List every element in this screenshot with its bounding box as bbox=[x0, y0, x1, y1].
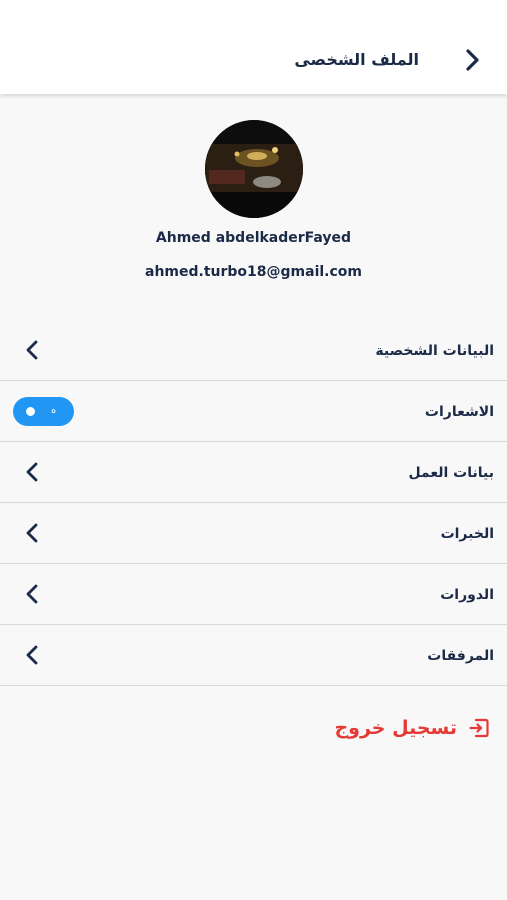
menu-item-experience[interactable]: الخبرات bbox=[0, 503, 507, 564]
menu-item-label: الاشعارات bbox=[424, 404, 494, 420]
menu-item-personal-data[interactable]: البيانات الشخصية bbox=[0, 320, 507, 381]
toggle-knob bbox=[26, 407, 35, 416]
menu-item-attachments[interactable]: المرفقات bbox=[0, 625, 507, 686]
menu-item-label: بيانات العمل bbox=[408, 465, 494, 481]
menu-item-label: البيانات الشخصية bbox=[375, 343, 494, 359]
user-email: ahmed.turbo18@gmail.com bbox=[145, 264, 362, 280]
notifications-toggle[interactable]: ه bbox=[13, 397, 74, 426]
chevron-left-icon bbox=[22, 521, 42, 545]
menu-item-notifications: الاشعارات ه bbox=[0, 381, 507, 442]
chevron-left-icon bbox=[22, 338, 42, 362]
chevron-right-icon bbox=[466, 49, 479, 71]
user-name: Ahmed abdelkaderFayed bbox=[155, 230, 352, 246]
page-title: الملف الشخصى bbox=[294, 50, 419, 69]
settings-menu: البيانات الشخصية الاشعارات ه بيانات العم… bbox=[0, 320, 507, 686]
profile-photo bbox=[205, 120, 303, 218]
logout-button[interactable]: تسجيل خروج bbox=[334, 712, 491, 744]
menu-item-courses[interactable]: الدورات bbox=[0, 564, 507, 625]
chevron-left-icon bbox=[22, 460, 42, 484]
chevron-left-icon bbox=[22, 643, 42, 667]
chevron-left-icon bbox=[22, 582, 42, 606]
menu-item-label: الخبرات bbox=[440, 526, 494, 542]
avatar[interactable] bbox=[205, 120, 303, 218]
toggle-text: ه bbox=[51, 405, 57, 416]
logout-label: تسجيل خروج bbox=[334, 717, 457, 739]
app-header: الملف الشخصى bbox=[0, 0, 507, 94]
back-button[interactable] bbox=[459, 44, 487, 76]
menu-item-work-data[interactable]: بيانات العمل bbox=[0, 442, 507, 503]
logout-icon bbox=[467, 716, 491, 740]
menu-item-label: المرفقات bbox=[427, 648, 494, 664]
menu-item-label: الدورات bbox=[440, 587, 494, 603]
profile-screen: الملف الشخصى Ahmed abdelkaderFayed ahmed… bbox=[0, 0, 507, 900]
